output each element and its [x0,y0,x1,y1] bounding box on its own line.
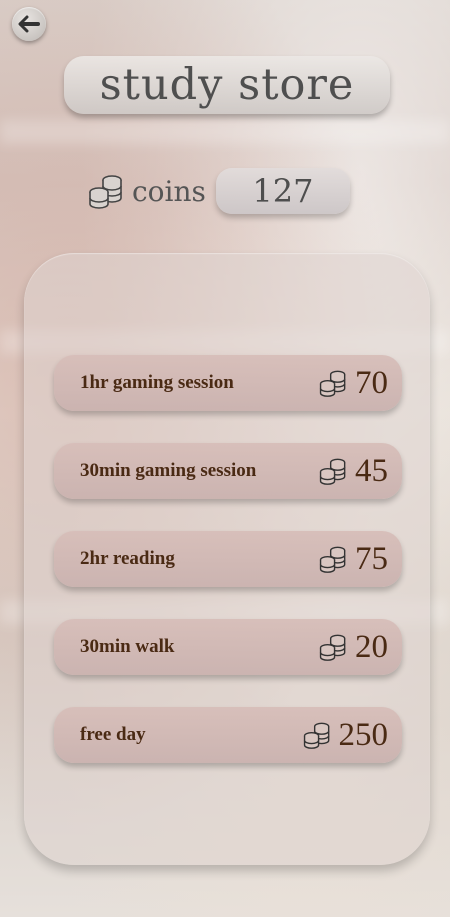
item-price: 75 [319,541,388,578]
coin-stack-icon [319,458,346,485]
coin-stack-icon [319,546,346,573]
coins-balance: coins 127 [88,168,350,214]
coin-stack-icon [319,370,346,397]
store-item[interactable]: 2hr reading 75 [54,531,402,587]
item-price: 70 [319,365,388,402]
coin-stack-icon [89,175,122,209]
coin-stack-icon [303,722,329,749]
store-item[interactable]: 30min walk 20 [54,619,402,675]
item-label: free day [80,724,146,745]
item-price-value: 70 [355,364,388,401]
item-price: 250 [303,716,389,754]
page-title: study store [99,60,355,110]
coins-label: coins [132,174,206,208]
coins-value-display: 127 [215,168,350,214]
title-banner: study store [64,56,390,114]
store-item[interactable]: 30min gaming session 45 [54,443,402,499]
arrow-left-icon [18,15,40,33]
item-label: 30min gaming session [80,460,257,481]
item-label: 1hr gaming session [80,372,234,393]
item-price-value: 75 [355,540,388,577]
coins-value: 127 [252,172,314,210]
item-price: 20 [319,629,388,666]
store-item[interactable]: free day 250 [54,707,402,763]
store-item[interactable]: 1hr gaming session 70 [54,355,402,411]
item-label: 30min walk [80,636,175,657]
item-price-value: 45 [355,452,388,489]
item-label: 2hr reading [80,548,175,569]
item-price-value: 20 [355,628,388,665]
item-price-value: 250 [338,716,389,753]
item-price: 45 [319,453,388,490]
store-panel: 1hr gaming session 70 30min gaming sessi… [24,253,430,865]
coin-stack-icon [319,634,346,661]
back-button[interactable] [12,7,46,41]
